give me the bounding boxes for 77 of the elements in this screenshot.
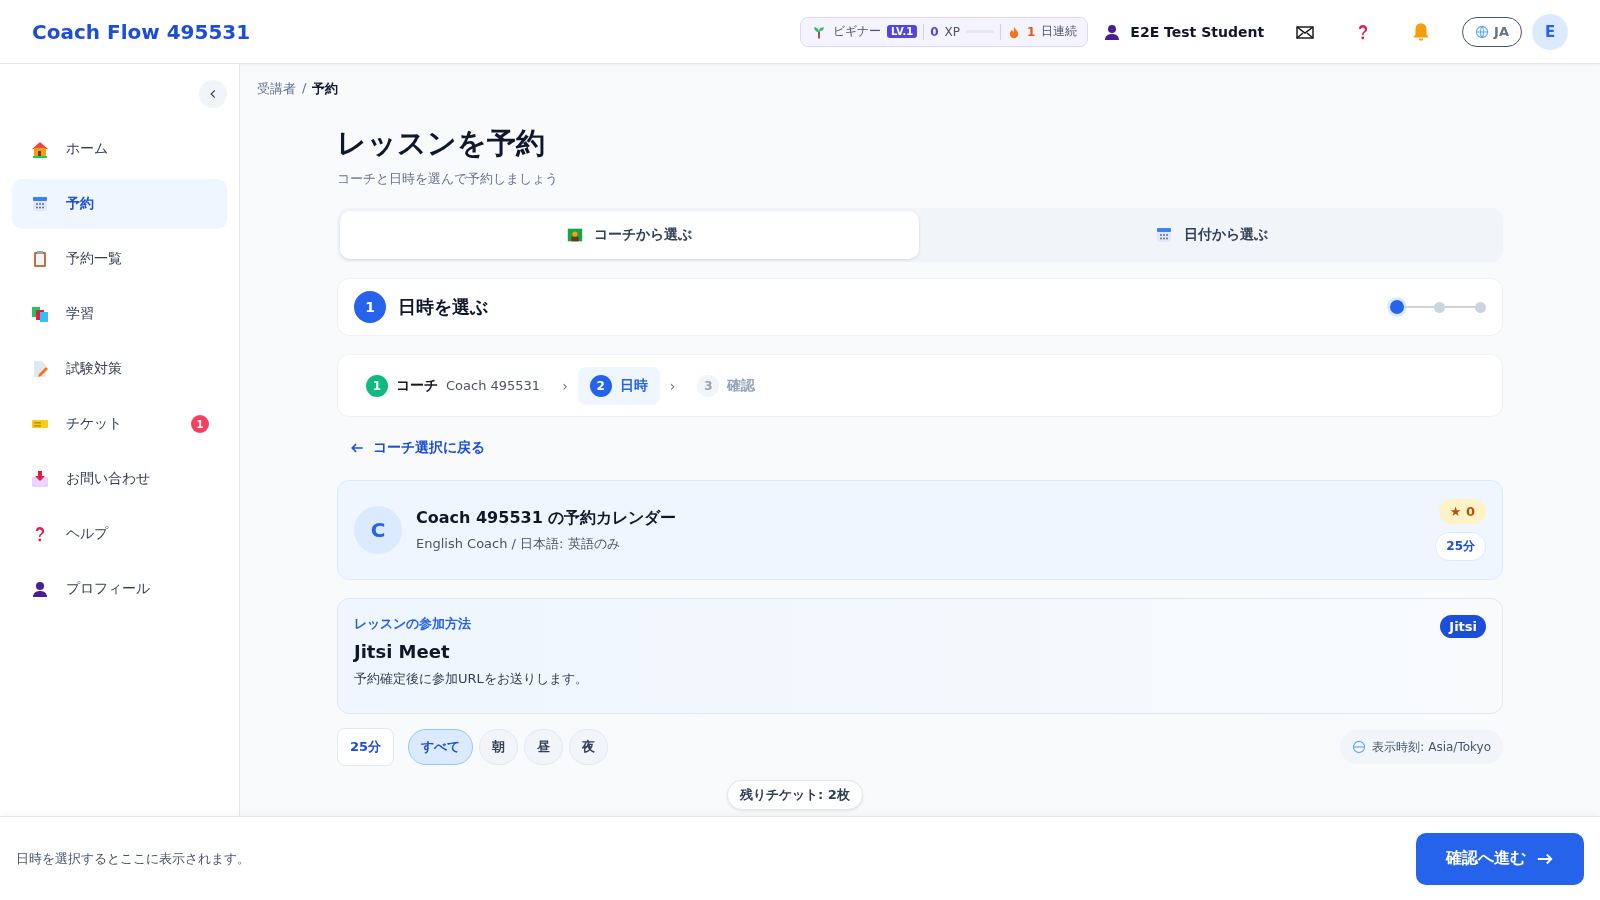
books-icon (30, 304, 50, 324)
step-item[interactable]: 1 コーチ Coach 495531 (354, 366, 553, 405)
step-number: 1 (354, 291, 386, 323)
sidebar-label: お問い合わせ (66, 470, 151, 488)
person-icon (30, 579, 50, 599)
step-number: 2 (589, 374, 612, 397)
join-eyebrow: レッスンの参加方法 (354, 615, 471, 633)
flame-icon (1007, 24, 1021, 39)
step-label: 日時 (619, 376, 648, 395)
coach-avatar: C (354, 506, 402, 554)
user-name[interactable]: E2E Test Student (1130, 23, 1265, 40)
streak-value: 1 (1027, 24, 1036, 39)
level-badge: LV.1 (886, 25, 918, 38)
platform-badge: Jitsi (1440, 615, 1486, 638)
page-title: レッスンを予約 (337, 125, 546, 162)
timezone-text: 表示時刻: Asia/Tokyo (1372, 738, 1491, 756)
sidebar-label: ヘルプ (66, 525, 110, 543)
xp-unit: XP (944, 24, 960, 39)
sidebar-label: プロフィール (66, 580, 151, 598)
time-filter-chip[interactable]: 夜 (569, 729, 609, 765)
sidebar-label: 学習 (66, 305, 95, 323)
count-badge: 1 (191, 415, 209, 433)
step-separator: › (562, 377, 568, 394)
duration-filter[interactable]: 25分 (337, 728, 395, 766)
sidebar-label: 予約一覧 (66, 250, 123, 268)
rating-badge: ★ 0 (1438, 499, 1486, 524)
step-label: 確認 (727, 376, 756, 395)
sidebar-label: 試験対策 (66, 360, 123, 378)
sidebar-label: チケット (66, 415, 123, 433)
step-title: 日時を選ぶ (398, 295, 489, 319)
selection-hint: 日時を選択するとここに表示されます。 (16, 849, 250, 868)
step-number: 3 (697, 374, 720, 397)
time-filter-chip[interactable]: 昼 (524, 729, 564, 765)
calendar-icon (30, 194, 50, 214)
brand-logo[interactable]: Coach Flow 495531 (32, 19, 800, 44)
envelope-icon (30, 469, 50, 489)
sidebar-item[interactable]: 予約一覧 (12, 234, 227, 284)
step-item[interactable]: 2 日時 (577, 366, 660, 405)
globe-icon (1475, 24, 1490, 39)
sidebar-label: 予約 (66, 195, 95, 213)
sidebar-item[interactable]: 試験対策 (12, 344, 227, 394)
rank-label: ビギナー (832, 23, 881, 40)
sidebar-item[interactable]: 学習 (12, 289, 227, 339)
sidebar-item[interactable]: 予約 (12, 179, 227, 229)
join-title: Jitsi Meet (354, 641, 450, 662)
sidebar-item[interactable]: ヘルプ (12, 509, 227, 559)
mode-tab[interactable]: コーチから選ぶ (340, 211, 919, 259)
step-detail: Coach 495531 (446, 378, 541, 393)
step-label: コーチ (396, 376, 438, 395)
xp-value: 0 (930, 24, 939, 39)
breadcrumb-separator: / (302, 80, 307, 97)
tickets-remaining-pill: 残りチケット: 2枚 (727, 780, 863, 810)
sidebar-item[interactable]: プロフィール (12, 564, 227, 614)
time-filter-chip[interactable]: すべて (408, 729, 474, 765)
sidebar-item[interactable]: お問い合わせ (12, 454, 227, 504)
mode-tab[interactable]: 日付から選ぶ (921, 211, 1500, 259)
globe-icon (1352, 740, 1367, 754)
house-icon (30, 139, 50, 159)
user-avatar[interactable]: E (1532, 13, 1568, 50)
sidebar-label: ホーム (66, 140, 109, 158)
page-subtitle: コーチと日時を選んで予約しましょう (337, 170, 559, 188)
back-link[interactable]: コーチ選択に戻る (349, 439, 485, 457)
proceed-button[interactable]: 確認へ進む (1416, 832, 1584, 885)
sidebar-item[interactable]: チケット 1 (12, 399, 227, 449)
join-text: 予約確定後に参加URLをお送りします。 (354, 670, 588, 688)
time-filter-chip[interactable]: 朝 (479, 729, 519, 765)
coach-subtitle: English Coach / 日本語: 英語のみ (416, 534, 621, 553)
step-separator: › (669, 377, 676, 394)
coach-title: Coach 495531 の予約カレンダー (416, 507, 678, 529)
breadcrumb-item[interactable]: 受講者 (257, 80, 296, 98)
sidebar-item[interactable]: ホーム (12, 124, 227, 174)
duration-badge: 25分 (1435, 532, 1486, 561)
step-number: 1 (366, 374, 388, 397)
language-button[interactable]: JA (1462, 16, 1522, 47)
person-board-icon (566, 226, 585, 244)
streak-unit: 日連続 (1041, 23, 1078, 40)
breadcrumb-item: 予約 (312, 80, 339, 98)
